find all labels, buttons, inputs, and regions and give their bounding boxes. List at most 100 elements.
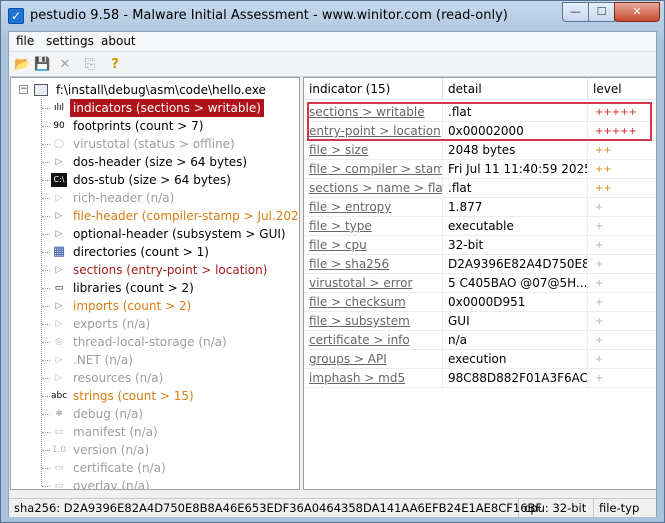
indicator-link[interactable]: file > entropy	[309, 200, 391, 214]
tree-connector	[42, 414, 50, 415]
tree-connector	[42, 342, 50, 343]
collapse-icon[interactable]: −	[19, 85, 28, 94]
tree-item-label: libraries (count > 2)	[73, 281, 194, 295]
indicator-link[interactable]: file > size	[309, 143, 368, 157]
tree-item-icon: ▷	[55, 157, 63, 167]
tree-connector	[42, 180, 50, 181]
tree-item-label: footprints (count > 7)	[73, 119, 204, 133]
tree-root-label: f:\install\debug\asm\code\hello.exe	[56, 83, 266, 97]
table-row[interactable]: virustotal > error 5 C405BAO @07@5H... +	[304, 274, 656, 293]
detail-cell: 32-bit	[443, 236, 588, 255]
close-button[interactable]: ✕	[614, 2, 660, 22]
tree-item-icon: ▷	[55, 355, 63, 365]
table-row[interactable]: sections > name > flag .flat ++	[304, 179, 656, 198]
tree-item-label: virustotal (status > offline)	[73, 137, 235, 151]
detail-cell: D2A9396E82A4D750E8B...	[443, 255, 588, 274]
menu-settings[interactable]: settings	[46, 34, 94, 48]
indicator-link[interactable]: file > subsystem	[309, 314, 410, 328]
tree-item-icon: ▷	[55, 211, 63, 221]
level-cell: +	[595, 335, 604, 346]
tree-item-icon: ▷	[55, 301, 63, 311]
status-cpu: cpu: 32-bit	[519, 499, 594, 518]
tree-item-label: optional-header (subsystem > GUI)	[73, 227, 286, 241]
tree-item-icon: ▷	[55, 265, 63, 275]
tree-item-label: .NET (n/a)	[73, 353, 133, 367]
save-icon[interactable]: 💾	[34, 57, 50, 73]
indicator-link[interactable]: groups > API	[309, 352, 387, 366]
menu-file[interactable]: file	[16, 34, 34, 48]
open-icon[interactable]: 📂	[14, 57, 30, 73]
help-icon[interactable]: ?	[107, 57, 123, 73]
table-row[interactable]: groups > API execution +	[304, 350, 656, 369]
indicator-link[interactable]: sections > name > flag	[309, 181, 442, 195]
level-cell: +	[595, 316, 604, 327]
menu-about[interactable]: about	[101, 34, 136, 48]
level-cell: +	[595, 297, 604, 308]
toolbar: 📂 💾 ✕ ⎘?	[9, 53, 656, 77]
status-sha256: sha256: D2A9396E82A4D750E8B8A46E653EDF36…	[9, 499, 542, 518]
table-row[interactable]: file > sha256 D2A9396E82A4D750E8B... +	[304, 255, 656, 274]
indicator-link[interactable]: virustotal > error	[309, 276, 412, 290]
copy-icon[interactable]: ⎘	[82, 57, 98, 73]
tree-connector	[42, 234, 50, 235]
column-header-detail[interactable]: detail	[443, 78, 588, 100]
title-bar[interactable]: ✓ pestudio 9.58 - Malware Initial Assess…	[1, 1, 664, 31]
window-title: pestudio 9.58 - Malware Initial Assessme…	[30, 8, 508, 23]
indicator-link[interactable]: imphash > md5	[309, 371, 405, 385]
tree-item-label: indicators (sections > writable)	[70, 99, 264, 117]
tree-item-label: version (n/a)	[73, 443, 150, 457]
indicator-link[interactable]: file > cpu	[309, 238, 367, 252]
detail-cell: 0x0000D951	[443, 293, 588, 312]
tree-item-label: strings (count > 15)	[73, 389, 194, 403]
pestudio-app-icon: ✓	[8, 8, 24, 24]
level-cell: +	[595, 354, 604, 365]
indicator-list[interactable]: indicator (15) detail level sections > w…	[303, 77, 657, 490]
tree-item-icon: ▷	[55, 193, 63, 203]
tree-item-icon: ▭	[54, 463, 64, 473]
table-row[interactable]: file > size 2048 bytes ++	[304, 141, 656, 160]
level-cell: +	[595, 221, 604, 232]
detail-cell: 5 C405BAO @07@5H...	[443, 274, 588, 293]
list-header: indicator (15) detail level	[304, 78, 656, 100]
table-row[interactable]: file > checksum 0x0000D951 +	[304, 293, 656, 312]
indicator-link[interactable]: certificate > info	[309, 333, 410, 347]
tree-connector	[42, 270, 50, 271]
table-row[interactable]: file > compiler > stamp Fri Jul 11 11:40:…	[304, 160, 656, 179]
table-row[interactable]: file > cpu 32-bit +	[304, 236, 656, 255]
table-row[interactable]: certificate > info n/a +	[304, 331, 656, 350]
highlight-box	[307, 102, 652, 141]
column-header-indicator[interactable]: indicator (15)	[304, 78, 443, 100]
tree-item-label: overlay (n/a)	[73, 479, 150, 490]
indicator-link[interactable]: file > checksum	[309, 295, 406, 309]
table-row[interactable]: file > subsystem GUI +	[304, 312, 656, 331]
tree-connector	[42, 486, 50, 487]
tree-view[interactable]: − f:\install\debug\asm\code\hello.exe ılıl…	[10, 77, 300, 490]
table-row[interactable]: imphash > md5 98C88D882F01A3F6AC1... +	[304, 369, 656, 388]
tree-item-icon: ▭	[54, 481, 64, 490]
level-cell: +	[595, 240, 604, 251]
column-header-level[interactable]: level	[588, 78, 656, 100]
tree-connector	[42, 378, 50, 379]
detail-cell: 98C88D882F01A3F6AC1...	[443, 369, 588, 388]
indicator-link[interactable]: file > compiler > stamp	[309, 162, 442, 176]
indicator-link[interactable]: file > type	[309, 219, 372, 233]
tree-connector	[42, 432, 50, 433]
tree-connector	[42, 324, 50, 325]
tree-item-label: dos-header (size > 64 bytes)	[73, 155, 248, 169]
indicator-link[interactable]: file > sha256	[309, 257, 389, 271]
tree-item-icon: ✱	[55, 409, 63, 419]
status-filetype: file-typ	[599, 501, 640, 515]
maximize-button[interactable]: ☐	[588, 2, 615, 22]
table-row[interactable]: file > entropy 1.877 +	[304, 198, 656, 217]
level-cell: ++	[595, 164, 612, 175]
minimize-button[interactable]: —	[562, 2, 589, 22]
delete-icon[interactable]: ✕	[57, 57, 73, 73]
tree-item-icon: ▭	[54, 283, 64, 293]
level-cell: +	[595, 278, 604, 289]
tree-item-icon: ▷	[55, 373, 63, 383]
table-row[interactable]: file > type executable +	[304, 217, 656, 236]
detail-cell: Fri Jul 11 11:40:59 2025	[443, 160, 588, 179]
level-cell: +	[595, 202, 604, 213]
tree-item-icon: ▷	[55, 319, 63, 329]
tree-connector	[42, 126, 50, 127]
